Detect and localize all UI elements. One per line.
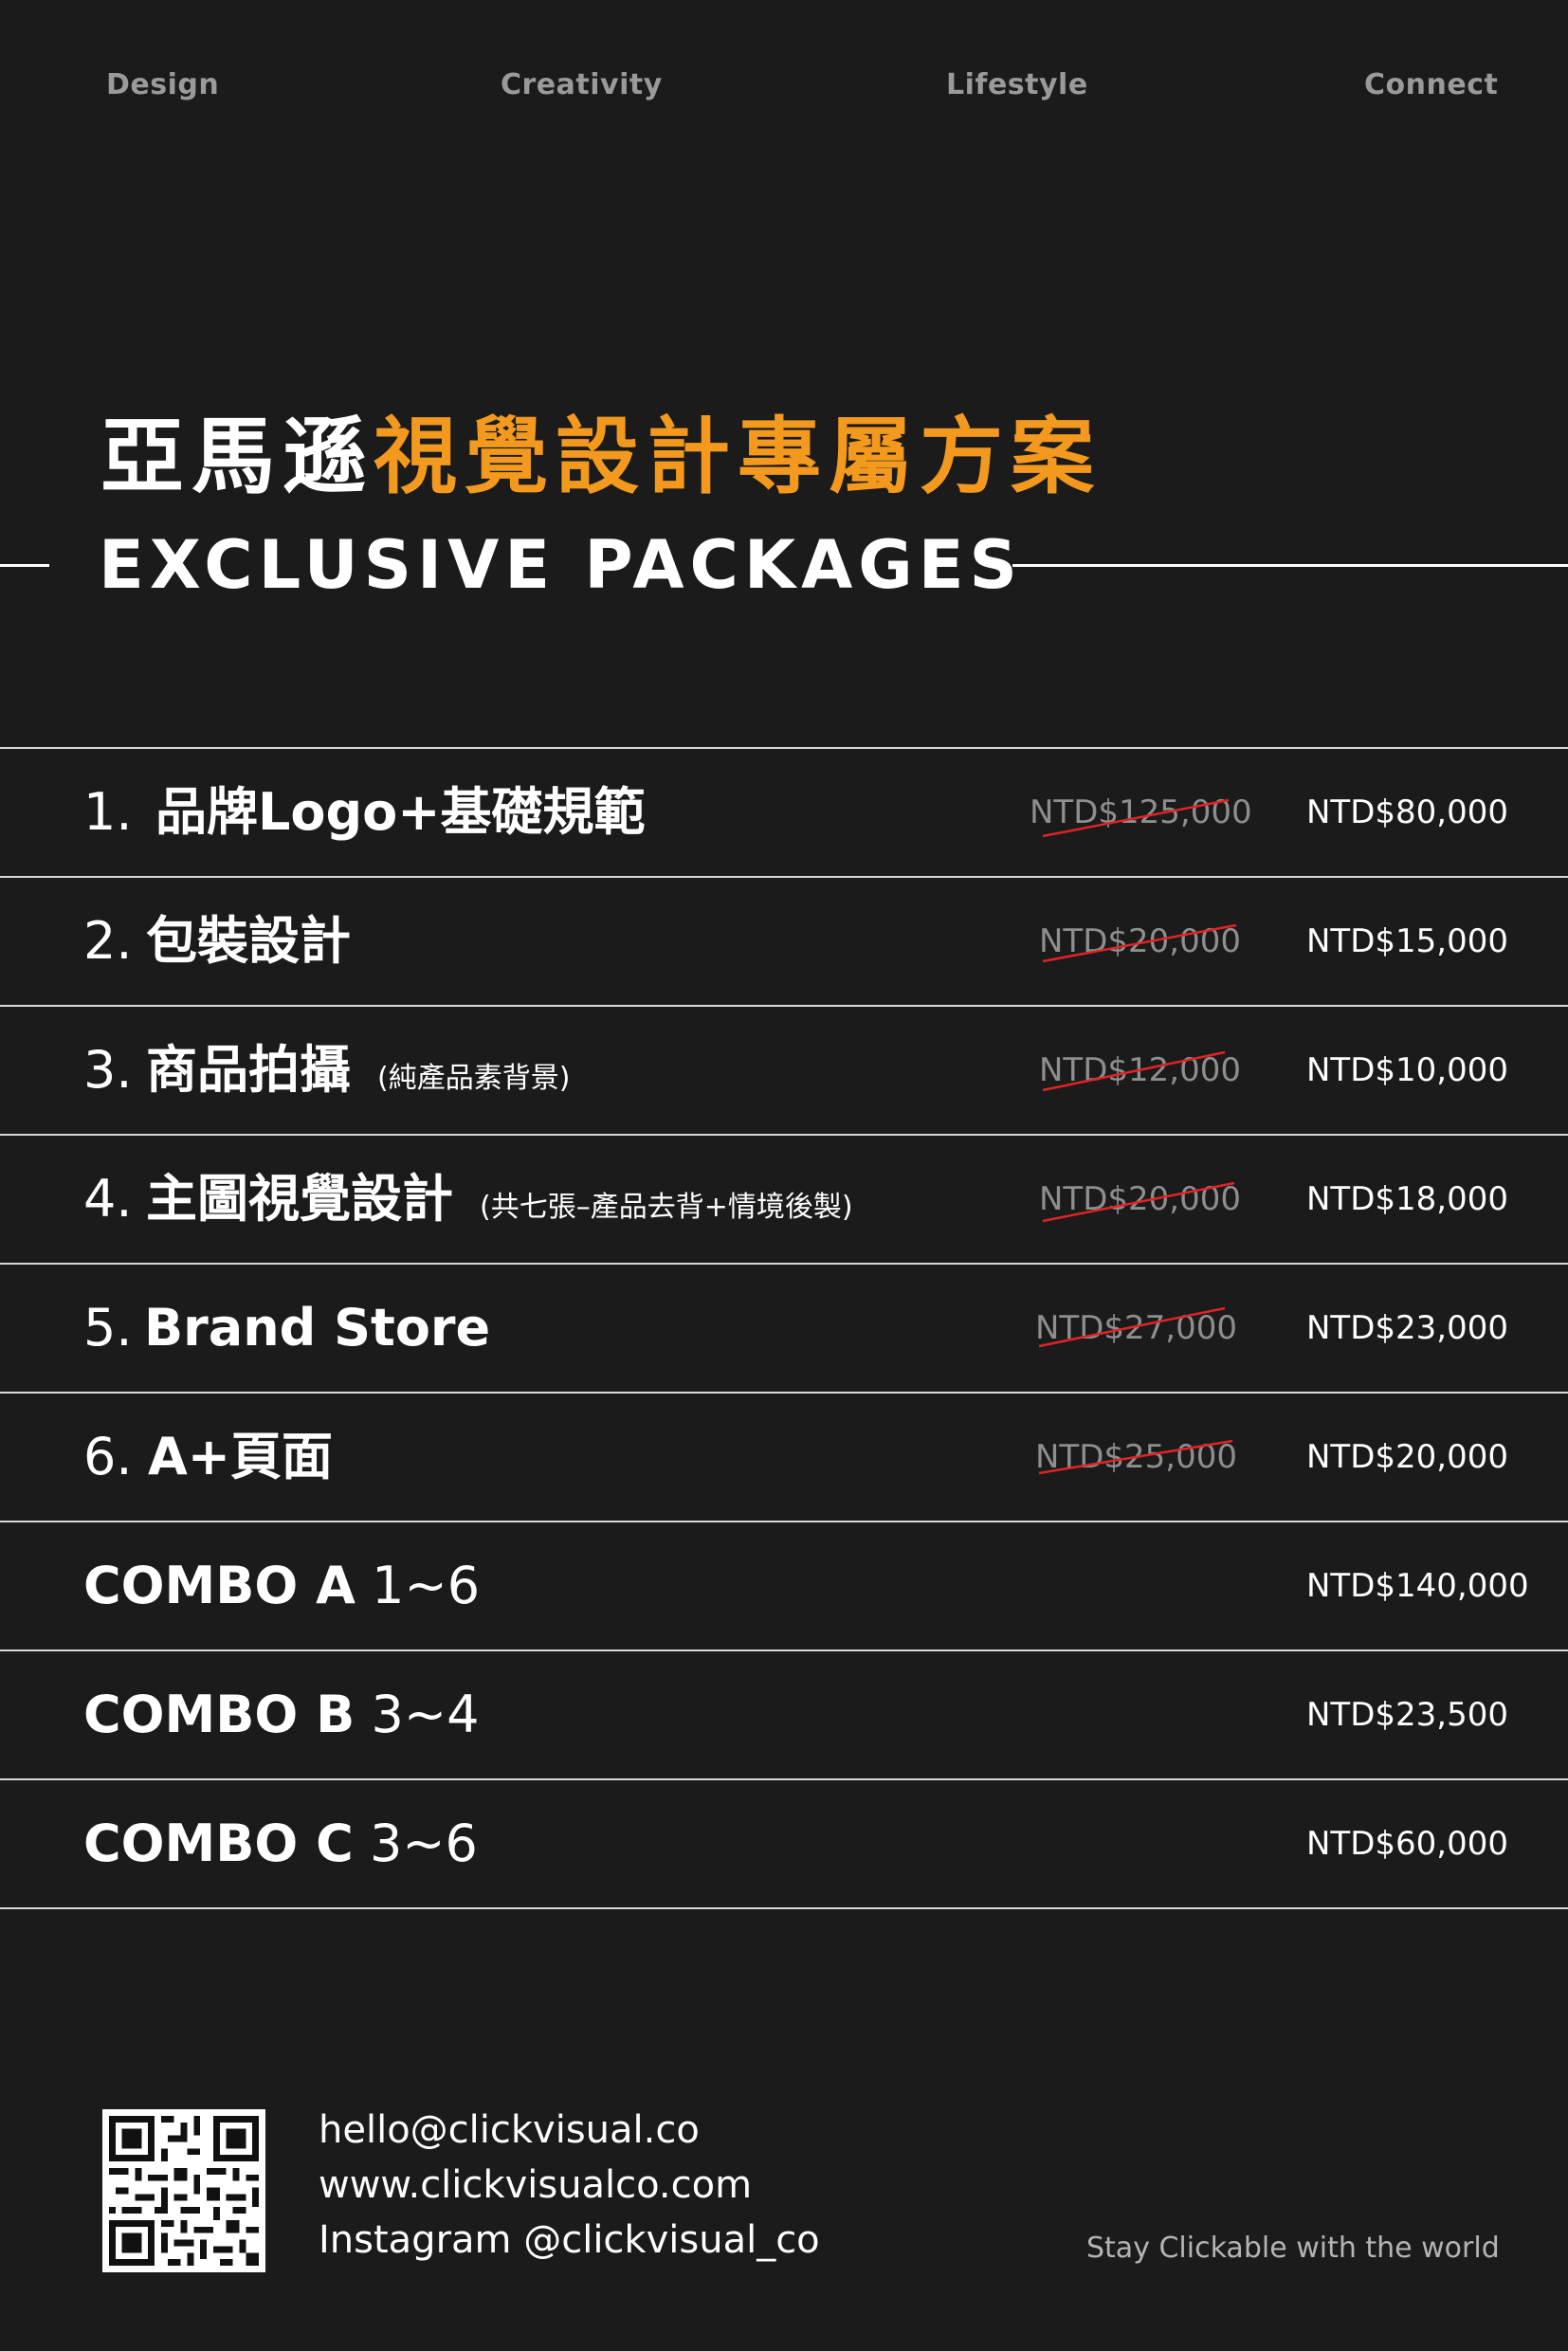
package-note: (共七張–產品去背+情境後製) [480, 1191, 853, 1224]
nav-design[interactable]: Design [106, 68, 219, 101]
page-title: 亞馬遜視覺設計專屬方案 [100, 415, 1102, 499]
original-price: NTD$20,000 [1039, 1136, 1241, 1263]
discount-price: NTD$20,000 [1306, 1438, 1508, 1476]
original-price: NTD$20,000 [1039, 878, 1241, 1005]
package-row: 6. A+頁面 NTD$25,000 NTD$20,000 [0, 1392, 1568, 1521]
divider-right [1012, 564, 1568, 567]
package-name: 品牌Logo+基礎規範 [155, 782, 646, 842]
discount-price: NTD$18,000 [1306, 1180, 1508, 1218]
package-name: 包裝設計 [146, 911, 351, 971]
contact-website[interactable]: www.clickvisualco.com [319, 2158, 820, 2213]
contact-instagram[interactable]: Instagram @clickvisual_co [319, 2213, 820, 2268]
subtitle-row: EXCLUSIVE PACKAGES [0, 519, 1568, 611]
discount-price: NTD$80,000 [1306, 793, 1508, 831]
package-number: 2. [83, 911, 133, 971]
original-price: NTD$25,000 [1035, 1394, 1237, 1521]
strike-line [1042, 1181, 1235, 1223]
combo-label: COMBO C 3~6 [83, 1813, 478, 1873]
original-price: NTD$125,000 [1030, 749, 1252, 876]
strike-line [1038, 1439, 1233, 1475]
package-number: 1. [83, 782, 133, 842]
package-name: 主圖視覺設計 (共七張–產品去背+情境後製) [146, 1169, 853, 1229]
title-brand: 亞馬遜 [100, 408, 374, 505]
contact-info: hello@clickvisual.co www.clickvisualco.c… [319, 2103, 820, 2268]
combo-label: COMBO A 1~6 [83, 1556, 481, 1615]
package-row: 1. 品牌Logo+基礎規範 NTD$125,000 NTD$80,000 [0, 747, 1568, 876]
package-name: A+頁面 [148, 1427, 334, 1486]
contact-email[interactable]: hello@clickvisual.co [319, 2103, 820, 2158]
divider-left [0, 564, 49, 567]
combo-row: COMBO B 3~4 NTD$23,500 [0, 1649, 1568, 1778]
package-row: 5. Brand Store NTD$27,000 NTD$23,000 [0, 1263, 1568, 1392]
qr-code-icon[interactable] [102, 2109, 265, 2272]
original-price: NTD$12,000 [1039, 1007, 1241, 1134]
package-number: 5. [83, 1298, 133, 1358]
combo-range: 3~6 [369, 1813, 478, 1873]
combo-price: NTD$60,000 [1306, 1825, 1508, 1863]
package-note: (純產品素背景) [377, 1062, 571, 1095]
discount-price: NTD$23,000 [1306, 1309, 1508, 1347]
combo-label: COMBO B 3~4 [83, 1685, 480, 1744]
nav-lifestyle[interactable]: Lifestyle [946, 68, 1088, 101]
strike-line [1042, 1050, 1226, 1092]
package-number: 4. [83, 1169, 133, 1229]
package-row: 4. 主圖視覺設計 (共七張–產品去背+情境後製) NTD$20,000 NTD$… [0, 1134, 1568, 1263]
tagline: Stay Clickable with the world [1086, 2232, 1500, 2265]
combo-range: 1~6 [372, 1556, 481, 1615]
package-table: 1. 品牌Logo+基礎規範 NTD$125,000 NTD$80,000 2.… [0, 747, 1568, 1909]
package-row: 3. 商品拍攝(純產品素背景) NTD$12,000 NTD$10,000 [0, 1005, 1568, 1134]
discount-price: NTD$15,000 [1306, 922, 1508, 960]
nav-connect[interactable]: Connect [1364, 68, 1498, 101]
package-name: Brand Store [144, 1298, 491, 1358]
discount-price: NTD$10,000 [1306, 1051, 1508, 1089]
package-name: 商品拍攝 (純產品素背景) [146, 1040, 571, 1100]
nav-creativity[interactable]: Creativity [501, 68, 663, 101]
top-nav: Design Creativity Lifestyle Connect [0, 68, 1568, 106]
strike-line [1038, 1306, 1226, 1348]
combo-price: NTD$23,500 [1306, 1696, 1508, 1734]
package-row: 2. 包裝設計 NTD$20,000 NTD$15,000 [0, 876, 1568, 1005]
title-highlight: 視覺設計專屬方案 [374, 408, 1103, 505]
combo-price: NTD$140,000 [1306, 1567, 1529, 1605]
combo-row: COMBO A 1~6 NTD$140,000 [0, 1521, 1568, 1649]
strike-line [1042, 923, 1237, 963]
package-number: 3. [83, 1040, 133, 1100]
combo-row: COMBO C 3~6 NTD$60,000 [0, 1778, 1568, 1909]
original-price: NTD$27,000 [1035, 1265, 1237, 1392]
combo-range: 3~4 [371, 1685, 480, 1744]
package-number: 6. [83, 1427, 133, 1486]
strike-line [1042, 798, 1230, 838]
page-subtitle: EXCLUSIVE PACKAGES [99, 526, 1023, 604]
